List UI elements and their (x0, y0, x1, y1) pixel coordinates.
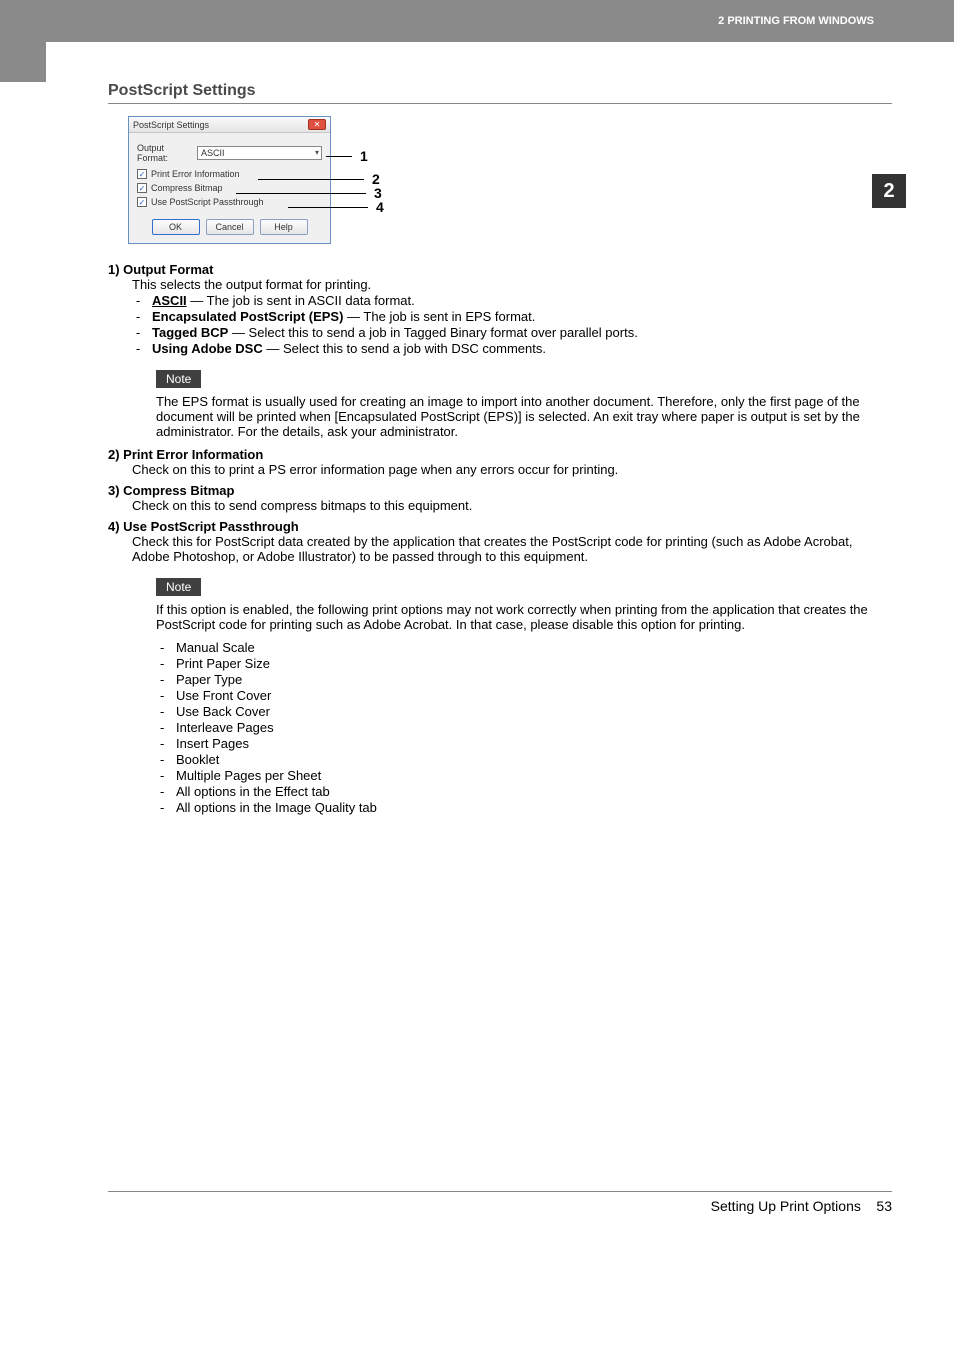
help-button[interactable]: Help (260, 219, 308, 235)
note2-list-item: Booklet (156, 752, 892, 767)
format-option: Encapsulated PostScript (EPS) — The job … (132, 309, 892, 324)
note2-list-item: Manual Scale (156, 640, 892, 655)
note2-list-item: All options in the Image Quality tab (156, 800, 892, 815)
note2-list-item: Use Front Cover (156, 688, 892, 703)
check-icon: ✓ (137, 169, 147, 179)
note2-list-item: Multiple Pages per Sheet (156, 768, 892, 783)
postscript-dialog: PostScript Settings ✕ Output Format: ASC… (128, 116, 331, 244)
output-format-label: Output Format: (137, 143, 197, 163)
output-format-combo[interactable]: ASCII (197, 146, 322, 160)
item-2-head: 2) Print Error Information (108, 447, 892, 462)
dialog-titlebar: PostScript Settings ✕ (129, 117, 330, 133)
close-icon[interactable]: ✕ (308, 119, 326, 130)
note2-list-item: All options in the Effect tab (156, 784, 892, 799)
check-label: Print Error Information (151, 169, 240, 179)
item-1-desc: This selects the output format for print… (132, 277, 892, 292)
checkbox-passthrough[interactable]: ✓ Use PostScript Passthrough (137, 197, 322, 207)
format-option: Using Adobe DSC — Select this to send a … (132, 341, 892, 356)
note-text-1: The EPS format is usually used for creat… (156, 394, 892, 439)
format-option: Tagged BCP — Select this to send a job i… (132, 325, 892, 340)
note2-list-item: Print Paper Size (156, 656, 892, 671)
item-3-desc: Check on this to send compress bitmaps t… (132, 498, 892, 513)
note2-list-item: Use Back Cover (156, 704, 892, 719)
format-option: ASCII — The job is sent in ASCII data fo… (132, 293, 892, 308)
dialog-title-text: PostScript Settings (133, 120, 209, 130)
note2-list-item: Interleave Pages (156, 720, 892, 735)
callout-1: 1 (360, 148, 368, 164)
check-label: Compress Bitmap (151, 183, 223, 193)
footer-text: Setting Up Print Options (711, 1198, 861, 1214)
left-strip (0, 0, 46, 82)
check-label: Use PostScript Passthrough (151, 197, 264, 207)
header-breadcrumb: 2 PRINTING FROM WINDOWS (718, 15, 874, 27)
check-icon: ✓ (137, 197, 147, 207)
note-label-2: Note (156, 578, 201, 596)
item-4-head: 4) Use PostScript Passthrough (108, 519, 892, 534)
item-2-desc: Check on this to print a PS error inform… (132, 462, 892, 477)
ok-button[interactable]: OK (152, 219, 200, 235)
dialog-figure: PostScript Settings ✕ Output Format: ASC… (128, 116, 892, 244)
check-icon: ✓ (137, 183, 147, 193)
footer-page: 53 (876, 1198, 892, 1214)
note2-list-item: Insert Pages (156, 736, 892, 751)
checkbox-print-error[interactable]: ✓ Print Error Information (137, 169, 322, 179)
note-label-1: Note (156, 370, 201, 388)
item-1-head: 1) Output Format (108, 262, 892, 277)
header-banner: 2 PRINTING FROM WINDOWS (0, 0, 954, 42)
note2-list-item: Paper Type (156, 672, 892, 687)
note2-option-list: Manual ScalePrint Paper SizePaper TypeUs… (156, 640, 892, 815)
item-4-desc: Check this for PostScript data created b… (132, 534, 892, 564)
callout-4: 4 (376, 199, 384, 215)
checkbox-compress-bitmap[interactable]: ✓ Compress Bitmap (137, 183, 322, 193)
note-text-2: If this option is enabled, the following… (156, 602, 892, 632)
item-3-head: 3) Compress Bitmap (108, 483, 892, 498)
page-content: PostScript Settings PostScript Settings … (108, 82, 892, 815)
cancel-button[interactable]: Cancel (206, 219, 254, 235)
page-footer: Setting Up Print Options 53 (108, 1191, 892, 1214)
section-title: PostScript Settings (108, 82, 892, 104)
output-format-options: ASCII — The job is sent in ASCII data fo… (132, 293, 892, 356)
